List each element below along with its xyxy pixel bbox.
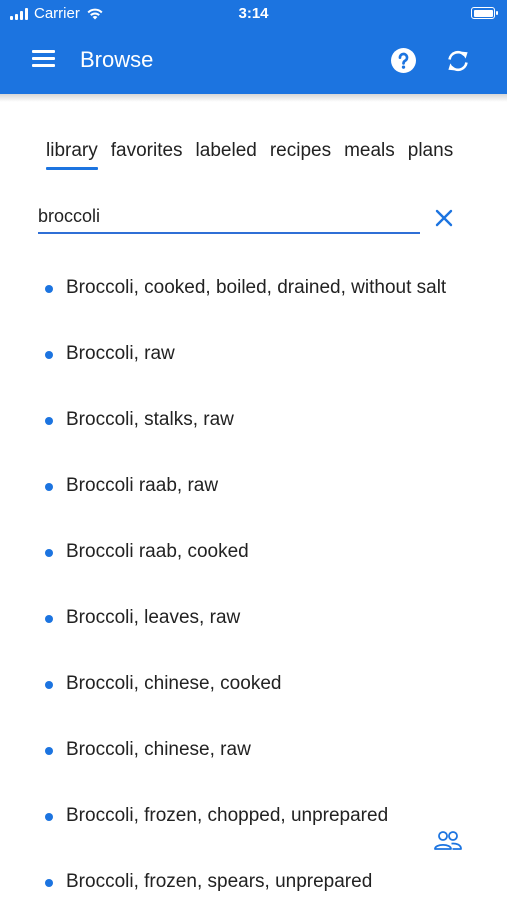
tab-plans[interactable]: plans: [408, 140, 453, 162]
list-item-label: Broccoli, raw: [66, 343, 175, 364]
tab-meals[interactable]: meals: [344, 140, 395, 162]
list-item-label: Broccoli, leaves, raw: [66, 607, 241, 628]
help-circle-icon[interactable]: [391, 48, 416, 73]
list-item[interactable]: Broccoli, leaves, raw: [0, 590, 507, 656]
list-item[interactable]: Broccoli, cooked, boiled, drained, witho…: [0, 260, 507, 326]
bullet-icon: [45, 285, 53, 293]
status-bar: Carrier 3:14: [0, 0, 507, 28]
list-item-label: Broccoli, frozen, spears, unprepared: [66, 871, 373, 892]
top-bar: Carrier 3:14 Browse: [0, 0, 507, 94]
tab-bar: library favorites labeled recipes meals …: [46, 140, 466, 170]
list-item-label: Broccoli raab, cooked: [66, 541, 249, 562]
list-item[interactable]: Broccoli, frozen, spears, unprepared: [0, 854, 507, 900]
close-icon[interactable]: [434, 208, 454, 228]
list-item[interactable]: Broccoli, chinese, raw: [0, 722, 507, 788]
bullet-icon: [45, 549, 53, 557]
hamburger-menu-icon: [32, 50, 55, 53]
bullet-icon: [45, 879, 53, 887]
tab-library[interactable]: library: [46, 140, 98, 170]
list-item[interactable]: Broccoli raab, raw: [0, 458, 507, 524]
list-item[interactable]: Broccoli, frozen, chopped, unprepared: [0, 788, 507, 854]
tab-recipes[interactable]: recipes: [270, 140, 331, 162]
list-item-label: Broccoli, stalks, raw: [66, 409, 234, 430]
clock: 3:14: [238, 5, 269, 22]
app-bar: Browse: [0, 30, 507, 90]
results-list: Broccoli, cooked, boiled, drained, witho…: [0, 260, 507, 900]
bullet-icon: [45, 417, 53, 425]
menu-button[interactable]: [32, 50, 56, 70]
bullet-icon: [45, 615, 53, 623]
search-input[interactable]: [38, 202, 398, 227]
tab-labeled[interactable]: labeled: [196, 140, 257, 162]
bullet-icon: [45, 813, 53, 821]
app-bar-shadow: [0, 94, 507, 102]
battery-icon: [471, 7, 498, 19]
bullet-icon: [45, 351, 53, 359]
bullet-icon: [45, 483, 53, 491]
bullet-icon: [45, 747, 53, 755]
list-item-label: Broccoli, frozen, chopped, unprepared: [66, 805, 389, 826]
tab-favorites[interactable]: favorites: [111, 140, 183, 162]
list-item-label: Broccoli, cooked, boiled, drained, witho…: [66, 277, 447, 298]
search-field: [38, 202, 420, 234]
page-title: Browse: [80, 47, 154, 72]
list-item-label: Broccoli, chinese, raw: [66, 739, 251, 760]
list-item[interactable]: Broccoli, chinese, cooked: [0, 656, 507, 722]
people-icon[interactable]: [433, 830, 463, 852]
list-item[interactable]: Broccoli, stalks, raw: [0, 392, 507, 458]
list-item[interactable]: Broccoli raab, cooked: [0, 524, 507, 590]
list-item[interactable]: Broccoli, raw: [0, 326, 507, 392]
list-item-label: Broccoli raab, raw: [66, 475, 219, 496]
bullet-icon: [45, 681, 53, 689]
sync-icon[interactable]: [444, 47, 472, 75]
list-item-label: Broccoli, chinese, cooked: [66, 673, 282, 694]
